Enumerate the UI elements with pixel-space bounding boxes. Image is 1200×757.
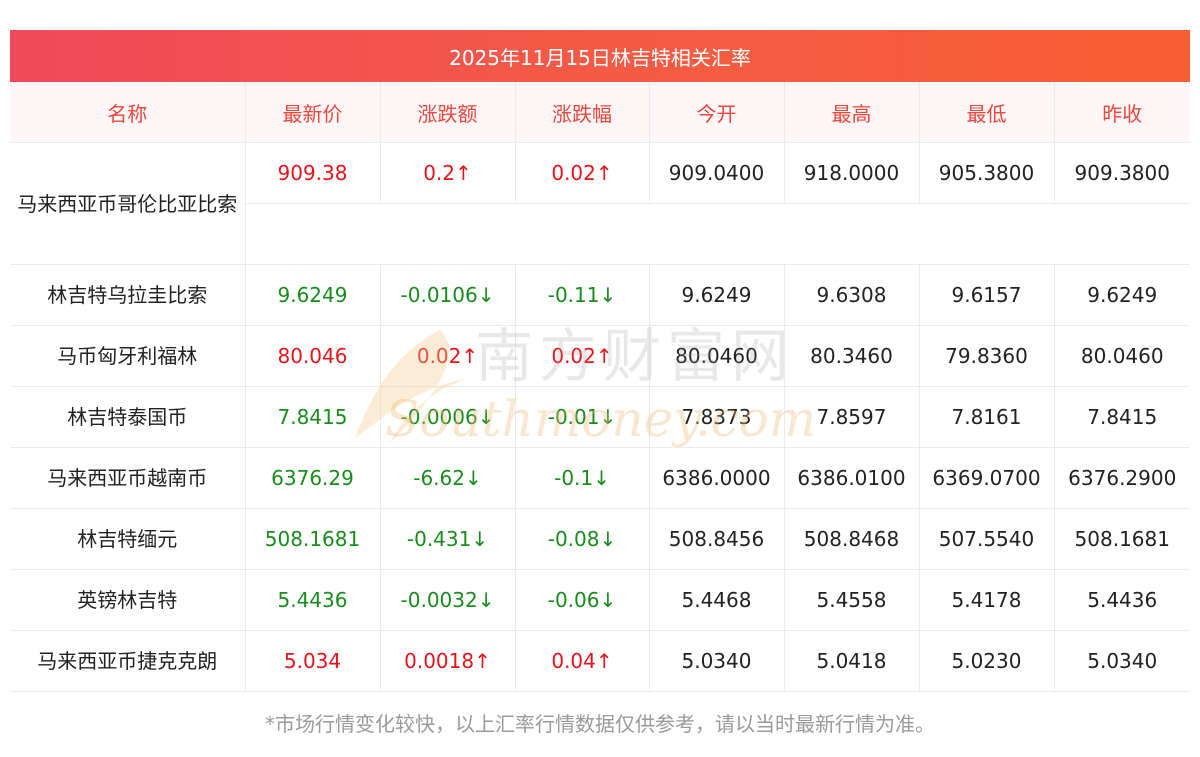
open-cell: 5.4468 [649,569,785,631]
change-cell: -0.0032↓ [380,569,516,631]
open-cell: 508.8456 [649,508,785,570]
low-cell: 7.8161 [919,386,1055,448]
change-pct-cell: -0.01↓ [515,386,650,448]
table-row: 马来西亚币越南币 6376.29 -6.62↓ -0.1↓ 6386.0000 6386.… [10,447,1190,509]
change-pct-cell: -0.08↓ [515,508,650,570]
change-cell: 0.02↑ [380,325,516,387]
empty-continuation-cell [245,203,1190,265]
header-high: 最高 [784,82,920,143]
open-cell: 7.8373 [649,386,785,448]
latest-cell: 9.6249 [245,264,381,326]
high-cell: 508.8468 [784,508,920,570]
currency-pair-name: 马来西亚币捷克克朗 [10,630,246,692]
table-header-row: 名称 最新价 涨跌额 涨跌幅 今开 最高 最低 昨收 [10,82,1190,143]
currency-pair-name: 马来西亚币越南币 [10,447,246,509]
open-cell: 80.0460 [649,325,785,387]
high-cell: 5.0418 [784,630,920,692]
header-change: 涨跌额 [380,82,516,143]
change-cell: 0.2↑ [380,142,516,204]
change-pct-cell: 0.02↑ [515,325,650,387]
table-row: 马来西亚币哥伦比亚比索 909.38 0.2↑ 0.02↑ 909.0400 918.00… [10,142,1190,265]
high-cell: 5.4558 [784,569,920,631]
table-row: 英镑林吉特 5.4436 -0.0032↓ -0.06↓ 5.4468 5.4558 5.4… [10,569,1190,631]
header-open: 今开 [649,82,785,143]
prev-close-cell: 9.6249 [1054,264,1190,326]
change-pct-cell: 0.04↑ [515,630,650,692]
change-cell: -6.62↓ [380,447,516,509]
header-change-pct: 涨跌幅 [515,82,650,143]
open-cell: 909.0400 [649,142,785,204]
header-low: 最低 [919,82,1055,143]
prev-close-cell: 909.3800 [1054,142,1190,204]
prev-close-cell: 508.1681 [1054,508,1190,570]
latest-cell: 7.8415 [245,386,381,448]
latest-cell: 508.1681 [245,508,381,570]
table-title: 2025年11月15日林吉特相关汇率 [10,30,1190,82]
prev-close-cell: 7.8415 [1054,386,1190,448]
open-cell: 9.6249 [649,264,785,326]
latest-cell: 909.38 [245,142,381,204]
change-pct-cell: -0.1↓ [515,447,650,509]
prev-close-cell: 80.0460 [1054,325,1190,387]
change-cell: -0.0006↓ [380,386,516,448]
currency-pair-name: 马来西亚币哥伦比亚比索 [10,142,246,265]
prev-close-cell: 6376.2900 [1054,447,1190,509]
header-name: 名称 [10,82,246,143]
high-cell: 6386.0100 [784,447,920,509]
table-row: 马来西亚币捷克克朗 5.034 0.0018↑ 0.04↑ 5.0340 5.0418 5.… [10,630,1190,692]
table-row: 林吉特缅元 508.1681 -0.431↓ -0.08↓ 508.8456 508.84… [10,508,1190,570]
low-cell: 507.5540 [919,508,1055,570]
table-row: 林吉特乌拉圭比索 9.6249 -0.0106↓ -0.11↓ 9.6249 9.6308… [10,264,1190,326]
footnote: *市场行情变化较快，以上汇率行情数据仅供参考，请以当时最新行情为准。 [265,712,935,736]
table-row: 马币匈牙利福林 80.046 0.02↑ 0.02↑ 80.0460 80.3460 79.… [10,325,1190,387]
low-cell: 5.0230 [919,630,1055,692]
currency-pair-name: 林吉特乌拉圭比索 [10,264,246,326]
change-cell: -0.0106↓ [380,264,516,326]
low-cell: 79.8360 [919,325,1055,387]
change-pct-cell: -0.06↓ [515,569,650,631]
change-pct-cell: 0.02↑ [515,142,650,204]
prev-close-cell: 5.4436 [1054,569,1190,631]
low-cell: 5.4178 [919,569,1055,631]
latest-cell: 6376.29 [245,447,381,509]
low-cell: 905.3800 [919,142,1055,204]
currency-pair-name: 林吉特泰国币 [10,386,246,448]
currency-pair-name: 英镑林吉特 [10,569,246,631]
change-cell: -0.431↓ [380,508,516,570]
low-cell: 6369.0700 [919,447,1055,509]
currency-pair-name: 林吉特缅元 [10,508,246,570]
open-cell: 5.0340 [649,630,785,692]
table-row: 林吉特泰国币 7.8415 -0.0006↓ -0.01↓ 7.8373 7.8597 7.… [10,386,1190,448]
latest-cell: 5.4436 [245,569,381,631]
high-cell: 80.3460 [784,325,920,387]
low-cell: 9.6157 [919,264,1055,326]
latest-cell: 80.046 [245,325,381,387]
exchange-rate-table: 名称 最新价 涨跌额 涨跌幅 今开 最高 最低 昨收 马来西亚币哥伦比亚比索 90… [10,82,1190,692]
open-cell: 6386.0000 [649,447,785,509]
currency-pair-name: 马币匈牙利福林 [10,325,246,387]
latest-cell: 5.034 [245,630,381,692]
high-cell: 918.0000 [784,142,920,204]
change-pct-cell: -0.11↓ [515,264,650,326]
header-latest: 最新价 [245,82,381,143]
high-cell: 9.6308 [784,264,920,326]
prev-close-cell: 5.0340 [1054,630,1190,692]
change-cell: 0.0018↑ [380,630,516,692]
header-prev-close: 昨收 [1054,82,1190,143]
high-cell: 7.8597 [784,386,920,448]
